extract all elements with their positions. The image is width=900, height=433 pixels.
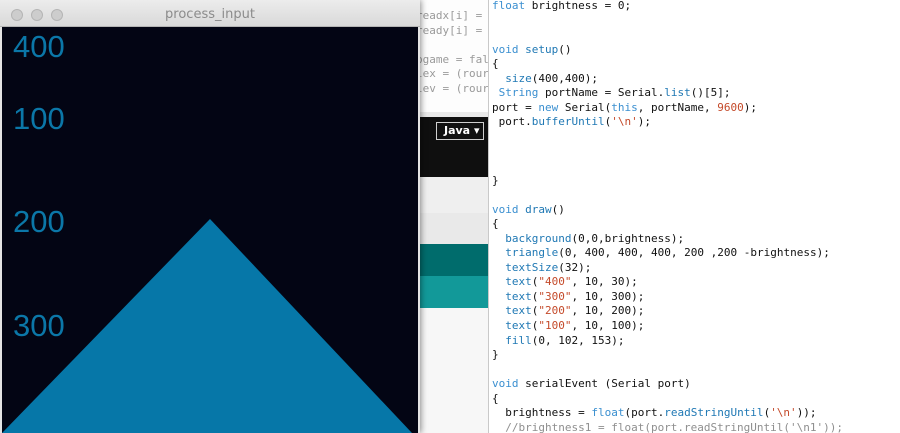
background-code-line: readx[i] = 0 — [416, 9, 490, 22]
mode-selector[interactable]: Java ▾ — [436, 122, 484, 140]
background-code-line: pgame = fal — [416, 53, 489, 66]
title-bar[interactable]: process_input — [0, 0, 420, 27]
label-100: 100 — [13, 101, 65, 136]
sketch-canvas[interactable]: 400 100 200 300 — [2, 27, 418, 433]
label-300: 300 — [13, 308, 65, 343]
window-title: process_input — [165, 7, 255, 22]
background-code-line: ready[i] = 0 — [416, 24, 490, 37]
label-400: 400 — [13, 29, 65, 64]
code-text[interactable]: float brightness = 0; void setup() { siz… — [492, 0, 843, 433]
label-200: 200 — [13, 204, 65, 239]
background-code-line: lev = (rour — [416, 82, 489, 95]
background-code-line: lex = (rour — [416, 67, 489, 80]
sketch-window: process_input 400 100 200 300 — [0, 0, 420, 433]
code-editor[interactable]: float brightness = 0; void setup() { siz… — [488, 0, 900, 433]
